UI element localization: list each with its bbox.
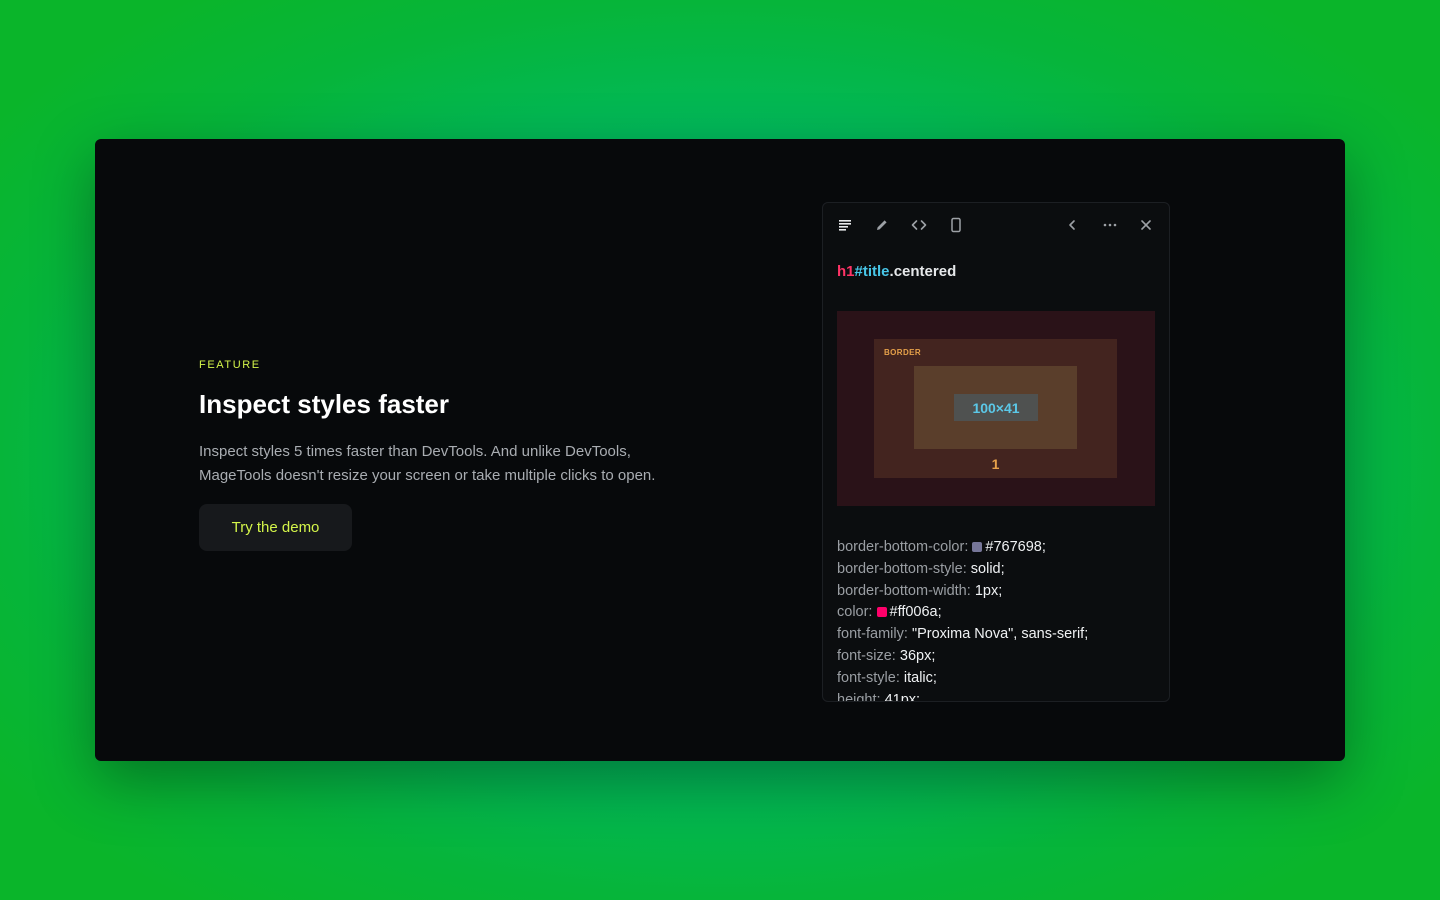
chevron-left-icon[interactable] <box>1062 215 1082 235</box>
box-model-content-size: 100×41 <box>954 394 1038 421</box>
property-name: font-size: <box>837 647 896 664</box>
color-swatch <box>972 542 983 552</box>
css-property: height: 41px; <box>837 690 1157 702</box>
box-model-padding: 100×41 <box>914 366 1077 449</box>
inspector-panel: h1#title.centered BORDER 100×41 1 border… <box>822 202 1170 702</box>
property-value: #767698; <box>985 539 1046 555</box>
property-name: color: <box>837 604 873 621</box>
mobile-icon[interactable] <box>946 215 966 235</box>
code-icon[interactable] <box>909 215 929 235</box>
selector-class: .centered <box>889 263 957 280</box>
selector-id: #title <box>854 263 890 280</box>
property-name: font-family: <box>837 626 908 643</box>
inspector-toolbar <box>823 203 1169 247</box>
property-value: italic; <box>903 669 937 686</box>
css-property: font-style: italic; <box>837 668 1157 690</box>
color-swatch <box>876 607 887 618</box>
css-property: font-family: "Proxima Nova", sans-serif; <box>837 624 1157 646</box>
try-demo-button[interactable]: Try the demo <box>199 504 352 551</box>
property-name: height: <box>837 691 881 702</box>
property-name: border-bottom-width: <box>837 582 971 599</box>
selector-tag: h1 <box>837 263 855 280</box>
pencil-icon[interactable] <box>872 215 892 235</box>
property-value: #ff006a; <box>889 604 942 621</box>
css-property: font-size: 36px; <box>837 646 1157 668</box>
feature-title: Inspect styles faster <box>199 389 450 419</box>
close-icon[interactable] <box>1136 215 1156 235</box>
property-name: border-bottom-color: <box>837 539 969 555</box>
box-model-border-label: BORDER <box>884 348 922 357</box>
css-property: color: #ff006a; <box>837 602 1157 624</box>
property-value: 36px; <box>899 647 936 664</box>
box-model-border-value: 1 <box>991 456 1000 472</box>
element-selector: h1#title.centered <box>837 263 956 280</box>
property-value: solid; <box>970 560 1005 577</box>
feature-eyebrow: FEATURE <box>199 359 261 371</box>
property-value: 41px; <box>884 691 921 702</box>
property-value: 1px; <box>974 582 1003 599</box>
css-property: border-bottom-style: solid; <box>837 559 1157 581</box>
css-property: border-bottom-color: #767698; <box>837 537 1157 559</box>
list-icon[interactable] <box>835 215 855 235</box>
feature-description: Inspect styles 5 times faster than DevTo… <box>199 443 656 484</box>
feature-card: FEATURE Inspect styles faster Inspect st… <box>95 139 1345 761</box>
property-value: "Proxima Nova", sans-serif; <box>911 626 1089 643</box>
box-model-margin: BORDER 100×41 1 <box>837 311 1155 506</box>
css-property: border-bottom-width: 1px; <box>837 581 1157 603</box>
property-name: font-style: <box>837 669 900 686</box>
feature-text-block: FEATURE Inspect styles faster Inspect st… <box>199 359 699 551</box>
more-icon[interactable] <box>1100 215 1120 235</box>
box-model-border: BORDER 100×41 1 <box>874 339 1117 478</box>
css-properties-list: border-bottom-color: #767698; border-bot… <box>837 537 1157 702</box>
property-name: border-bottom-style: <box>837 560 967 577</box>
